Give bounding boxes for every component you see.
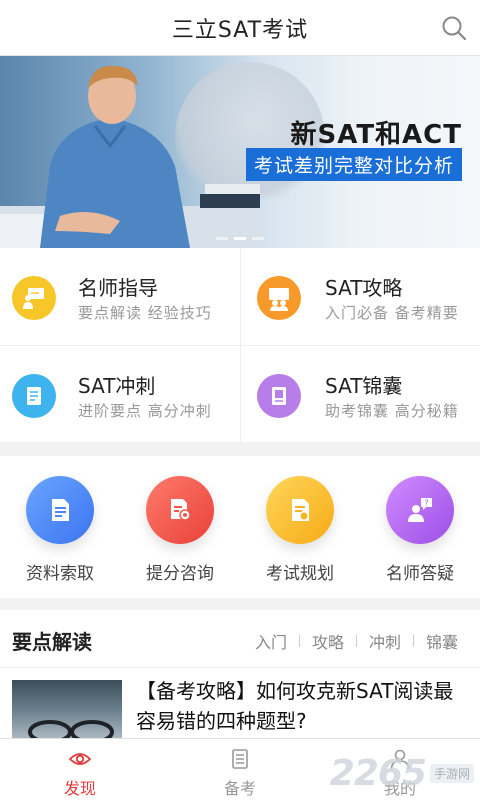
feature-subtitle: 进阶要点 高分冲刺 — [78, 402, 212, 420]
tips-icon — [257, 374, 301, 418]
app-header: 三立SAT考试 — [0, 0, 480, 56]
feature-title: SAT锦囊 — [325, 374, 403, 398]
eye-icon — [68, 753, 92, 765]
promo-banner[interactable]: 新SAT和ACT 考试差别完整对比分析 — [0, 56, 480, 248]
quick-plan[interactable]: 考试规划 — [240, 456, 360, 598]
tab-label: 发现 — [63, 779, 96, 798]
svg-text:?: ? — [424, 499, 428, 508]
quick-label: 资料索取 — [26, 564, 94, 584]
quick-materials[interactable]: 资料索取 — [0, 456, 120, 598]
tab-prepare[interactable]: 备考 — [160, 739, 320, 800]
article-title: 【备考攻略】如何攻克新SAT阅读最容易错的四种题型? — [136, 679, 454, 733]
banner-subline: 考试差别完整对比分析 — [245, 148, 462, 181]
feature-grid: 名师指导 要点解读 经验技巧 SAT攻略 入门必备 备考精要 SAT冲刺 进阶要… — [0, 248, 480, 442]
search-icon[interactable] — [440, 14, 468, 42]
document-icon — [26, 476, 94, 544]
pager-dot-active[interactable] — [234, 237, 246, 240]
quick-qa[interactable]: ? 名师答疑 — [360, 456, 480, 598]
sprint-icon — [12, 374, 56, 418]
banner-pager — [216, 237, 264, 240]
feature-teacher-guide[interactable]: 名师指导 要点解读 经验技巧 — [0, 248, 240, 345]
section-tabs: 入门 攻略 冲刺 锦囊 — [243, 629, 470, 653]
site-watermark: 2265 手游网 — [330, 753, 474, 794]
quick-label: 提分咨询 — [146, 564, 214, 584]
banner-headline: 新SAT和ACT — [290, 120, 462, 150]
tab-discover[interactable]: 发现 — [0, 739, 160, 800]
feature-sat-strategy[interactable]: SAT攻略 入门必备 备考精要 — [240, 248, 480, 345]
section-title: 要点解读 — [12, 630, 92, 654]
quick-label: 名师答疑 — [386, 564, 454, 584]
page-title: 三立SAT考试 — [171, 17, 309, 43]
feature-title: 名师指导 — [78, 276, 158, 300]
article-list-item[interactable]: 【备考攻略】如何攻克新SAT阅读最容易错的四种题型? — [0, 668, 480, 738]
watermark-number: 2265 — [329, 753, 427, 794]
section-key-points: 要点解读 入门 攻略 冲刺 锦囊 — [0, 610, 480, 668]
tab-intro[interactable]: 入门 — [243, 629, 299, 653]
tab-sprint[interactable]: 冲刺 — [357, 629, 413, 653]
feature-subtitle: 助考锦囊 高分秘籍 — [325, 402, 459, 420]
feature-subtitle: 入门必备 备考精要 — [325, 304, 459, 322]
banner-student-image — [0, 65, 260, 248]
consult-icon — [146, 476, 214, 544]
list-icon — [232, 749, 248, 769]
plan-icon — [266, 476, 334, 544]
teacher-icon — [12, 276, 56, 320]
feature-sat-sprint[interactable]: SAT冲刺 进阶要点 高分冲刺 — [0, 345, 240, 442]
feature-title: SAT攻略 — [325, 276, 403, 300]
article-thumbnail — [12, 680, 122, 738]
tab-label: 备考 — [223, 779, 256, 798]
feature-title: SAT冲刺 — [78, 374, 156, 398]
feature-sat-tips[interactable]: SAT锦囊 助考锦囊 高分秘籍 — [240, 345, 480, 442]
tab-tips[interactable]: 锦囊 — [414, 629, 470, 653]
tab-strategy[interactable]: 攻略 — [300, 629, 356, 653]
pager-dot[interactable] — [216, 237, 228, 240]
watermark-site: 手游网 — [429, 764, 474, 783]
feature-subtitle: 要点解读 经验技巧 — [78, 304, 212, 322]
pager-dot[interactable] — [252, 237, 264, 240]
quick-label: 考试规划 — [266, 564, 334, 584]
strategy-icon — [257, 276, 301, 320]
qa-icon: ? — [386, 476, 454, 544]
quick-actions: 资料索取 提分咨询 考试规划 ? 名师答疑 — [0, 456, 480, 598]
quick-consult[interactable]: 提分咨询 — [120, 456, 240, 598]
